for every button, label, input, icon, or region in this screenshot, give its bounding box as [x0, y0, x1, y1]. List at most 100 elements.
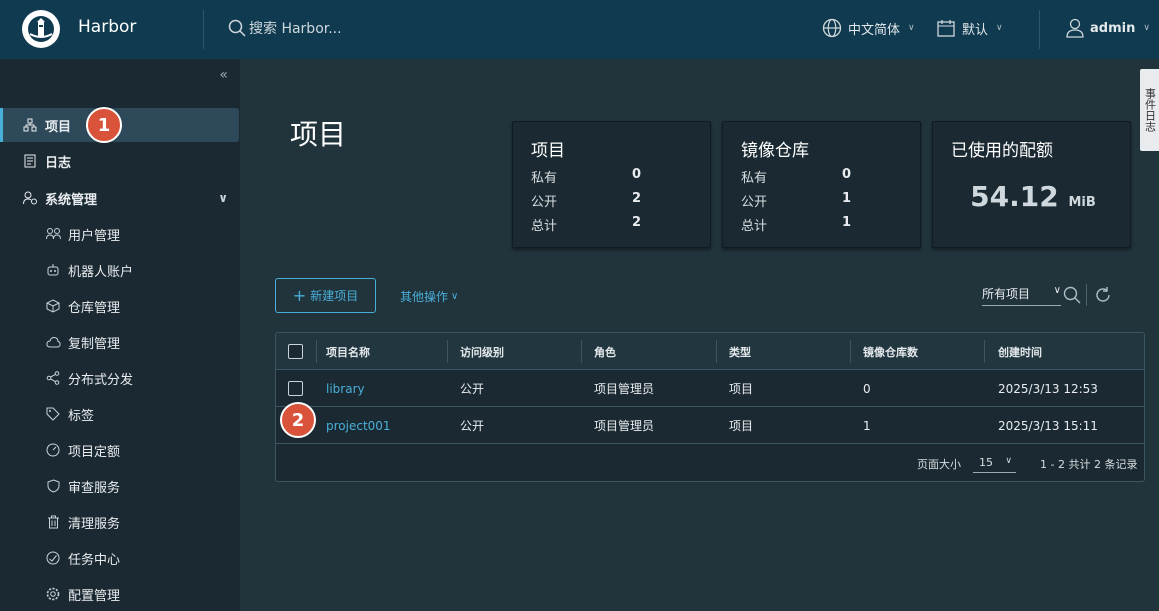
sidebar-item-project-quotas[interactable]: 项目定额 — [0, 433, 240, 467]
sidebar: « 项目 1 日志 系统管理 ∨ 用户管理 机器人账户 仓库管理 复制管理 分布… — [0, 59, 240, 611]
language-selector[interactable]: 中文简体 ∨ — [822, 18, 915, 38]
cell-type: 项目 — [729, 382, 754, 396]
column-separator — [447, 340, 448, 363]
sidebar-item-label: 配置管理 — [68, 588, 121, 604]
page-size-select[interactable]: 15 ∨ — [973, 454, 1016, 473]
user-menu[interactable]: admin ∨ — [1066, 18, 1150, 38]
user-icon — [1066, 18, 1084, 38]
share-icon — [45, 370, 61, 386]
gear-icon — [45, 586, 61, 602]
sidebar-item-interrogation-services[interactable]: 审查服务 — [0, 469, 240, 503]
sidebar-item-clean-up[interactable]: 清理服务 — [0, 505, 240, 539]
new-project-label: 新建项目 — [310, 289, 359, 303]
table-row[interactable]: library 公开 项目管理员 项目 0 2025/3/13 12:53 — [276, 370, 1144, 407]
project-icon — [22, 117, 38, 133]
search-placeholder[interactable]: 搜索 Harbor... — [249, 18, 342, 38]
row-label: 总计 — [531, 219, 558, 234]
header-divider — [203, 10, 204, 49]
sidebar-item-label: 清理服务 — [68, 516, 121, 532]
sidebar-item-robot-accounts[interactable]: 机器人账户 — [0, 253, 240, 287]
row-value: 2 — [631, 191, 641, 206]
shield-icon — [45, 478, 61, 494]
row-label: 总计 — [741, 219, 768, 234]
row-value: 1 — [841, 191, 851, 206]
chevron-down-icon[interactable]: ∨ — [218, 191, 228, 205]
more-actions-dropdown[interactable]: 其他操作 ∨ — [400, 288, 458, 305]
chevron-down-icon: ∨ — [1053, 285, 1061, 296]
sidebar-item-label: 复制管理 — [68, 336, 121, 352]
event-log-tab[interactable]: 事件日志 — [1140, 69, 1159, 151]
calendar-icon — [937, 20, 955, 37]
column-header-name[interactable]: 项目名称 — [326, 333, 370, 370]
sidebar-item-label: 项目定额 — [68, 444, 121, 460]
refresh-icon[interactable] — [1094, 286, 1112, 304]
card-title: 镜像仓库 — [741, 141, 809, 161]
gauge-icon — [45, 442, 61, 458]
annotation-badge-1: 1 — [86, 107, 122, 143]
page-title: 项目 — [290, 118, 347, 151]
collapse-sidebar-icon[interactable]: « — [219, 67, 228, 83]
global-search[interactable]: 搜索 Harbor... — [228, 18, 342, 38]
plus-icon: + — [292, 286, 307, 305]
sidebar-item-registries[interactable]: 仓库管理 — [0, 289, 240, 323]
project-name-link[interactable]: project001 — [326, 407, 391, 444]
cloud-icon — [45, 334, 61, 350]
toolbar-divider — [1086, 284, 1087, 306]
filter-label: 所有项目 — [982, 287, 1031, 301]
card-row-public: 公开 2 — [531, 191, 641, 210]
table-row[interactable]: project001 公开 项目管理员 项目 1 2025/3/13 15:11 — [276, 407, 1144, 444]
dashboard-icon — [45, 550, 61, 566]
quota-summary-card: 已使用的配额 54.12 MiB — [932, 121, 1131, 248]
column-separator — [850, 340, 851, 363]
cell-repo-count: 0 — [863, 381, 871, 396]
card-row-total: 总计 1 — [741, 215, 851, 234]
table-footer: 页面大小 15 ∨ 1 - 2 共计 2 条记录 — [276, 444, 1144, 481]
sidebar-item-users[interactable]: 用户管理 — [0, 217, 240, 251]
row-label: 公开 — [741, 195, 768, 210]
sidebar-item-job-service[interactable]: 任务中心 — [0, 541, 240, 575]
column-header-access[interactable]: 访问级别 — [460, 333, 504, 370]
card-row-total: 总计 2 — [531, 215, 641, 234]
sidebar-item-admin[interactable]: 系统管理 ∨ — [0, 181, 240, 215]
sidebar-item-label: 仓库管理 — [68, 300, 121, 316]
sidebar-item-distributions[interactable]: 分布式分发 — [0, 361, 240, 395]
sidebar-item-label: 审查服务 — [68, 480, 121, 496]
select-all-checkbox[interactable] — [288, 344, 303, 359]
page-size-value: 15 — [979, 456, 993, 469]
trash-icon — [45, 514, 61, 530]
column-separator — [984, 340, 985, 363]
row-checkbox[interactable] — [288, 381, 303, 396]
sidebar-item-label: 机器人账户 — [68, 264, 134, 280]
card-row-private: 私有 0 — [531, 167, 641, 186]
column-header-type[interactable]: 类型 — [729, 333, 751, 370]
sidebar-item-labels[interactable]: 标签 — [0, 397, 240, 431]
project-name-link[interactable]: library — [326, 370, 365, 407]
sidebar-item-label: 分布式分发 — [68, 372, 134, 388]
main-content: 项目 事件日志 项目 私有 0 公开 2 总计 2 镜像仓库 私有 0 公开 1 总计 1 … — [240, 59, 1159, 611]
sidebar-item-logs[interactable]: 日志 — [0, 144, 240, 178]
top-header: Harbor 搜索 Harbor... 中文简体 ∨ 默认 ∨ admin ∨ — [0, 0, 1159, 59]
log-icon — [22, 153, 38, 169]
column-header-role[interactable]: 角色 — [594, 333, 616, 370]
project-filter-select[interactable]: 所有项目 ∨ — [982, 285, 1061, 306]
cell-access: 公开 — [460, 419, 485, 433]
users-icon — [45, 226, 61, 242]
theme-selector[interactable]: 默认 ∨ — [936, 18, 1003, 38]
more-actions-label: 其他操作 — [400, 290, 449, 304]
brand-name[interactable]: Harbor — [78, 17, 136, 37]
new-project-button[interactable]: + 新建项目 — [275, 278, 376, 313]
column-header-repo-count[interactable]: 镜像仓库数 — [863, 333, 918, 370]
row-label: 公开 — [531, 195, 558, 210]
sidebar-item-configuration[interactable]: 配置管理 — [0, 577, 240, 611]
robot-icon — [45, 262, 61, 278]
row-value: 0 — [631, 167, 641, 182]
quota-number: 54.12 — [970, 180, 1059, 213]
sidebar-item-replications[interactable]: 复制管理 — [0, 325, 240, 359]
search-icon[interactable] — [1063, 286, 1081, 304]
sidebar-item-label: 系统管理 — [45, 192, 98, 208]
row-value: 2 — [631, 215, 641, 230]
column-header-created[interactable]: 创建时间 — [998, 333, 1042, 370]
harbor-logo-icon[interactable] — [22, 10, 60, 48]
chevron-down-icon: ∨ — [451, 291, 459, 302]
annotation-badge-2: 2 — [280, 402, 316, 438]
